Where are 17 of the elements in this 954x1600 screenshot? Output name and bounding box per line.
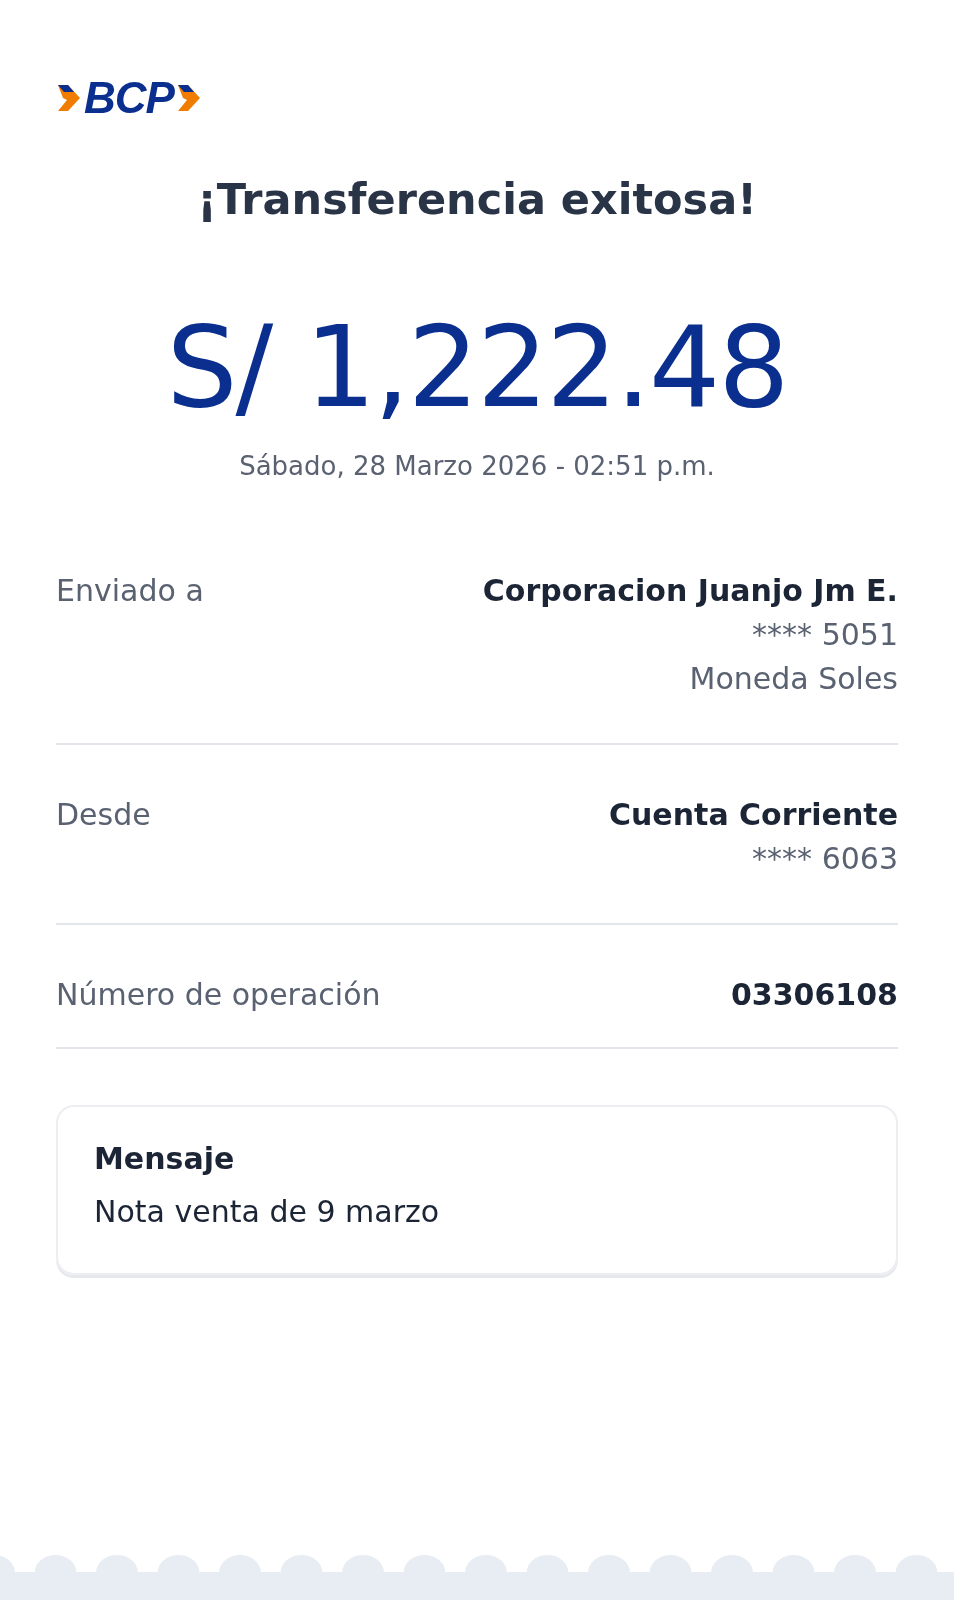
- message-text: Nota venta de 9 marzo: [94, 1194, 441, 1230]
- detail-value: Corporacion Juanjo Jm E.: [482, 572, 898, 611]
- detail-value: **** 6063: [752, 840, 898, 879]
- detail-label: Enviado a: [56, 572, 204, 611]
- date-time: Sábado, 28 Marzo 2026 - 02:51 p.m.: [239, 451, 715, 482]
- success-title: ¡Transferencia exitosa!: [197, 174, 757, 224]
- detail-value: 03306108: [731, 976, 898, 1015]
- chevron-icon: [175, 83, 202, 113]
- logo: BCP: [84, 76, 174, 120]
- detail-value: Moneda Soles: [689, 660, 898, 699]
- detail-label: Número de operación: [56, 976, 381, 1015]
- message-heading: Mensaje: [94, 1141, 236, 1177]
- detail-value: Cuenta Corriente: [609, 796, 898, 835]
- detail-value: **** 5051: [752, 616, 898, 655]
- amount: S/ 1,222.48: [166, 306, 788, 430]
- chevron-icon: [56, 83, 82, 113]
- detail-label: Desde: [56, 796, 151, 835]
